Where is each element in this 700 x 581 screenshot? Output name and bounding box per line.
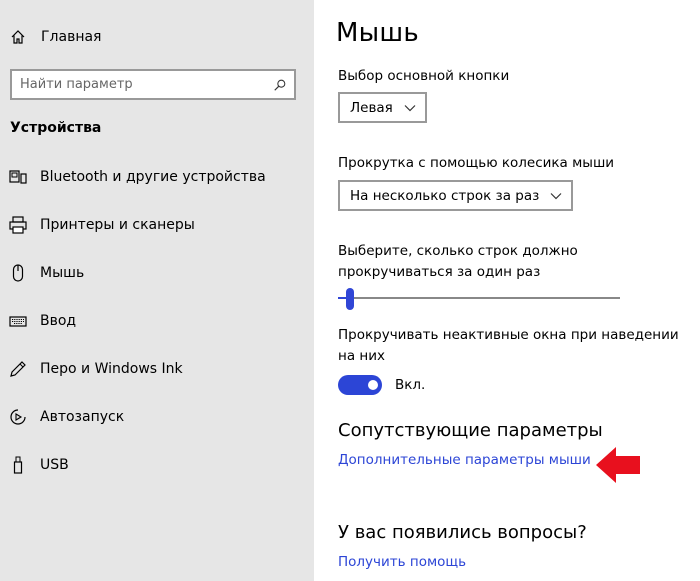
slider-track — [338, 297, 620, 299]
sidebar-item-label: USB — [40, 457, 69, 473]
get-help-link[interactable]: Получить помощь — [338, 554, 466, 570]
pen-icon — [8, 359, 28, 379]
toggle-knob — [368, 380, 378, 390]
sidebar-item-label: Мышь — [40, 265, 85, 281]
home-icon — [11, 30, 25, 44]
search-icon[interactable] — [270, 75, 290, 95]
slider-thumb[interactable] — [346, 288, 354, 310]
sidebar-item-bluetooth[interactable]: Bluetooth и другие устройства — [0, 157, 314, 197]
sidebar-item-label: Ввод — [40, 313, 77, 329]
page-title: Мышь — [336, 18, 419, 48]
annotation-arrow-icon — [596, 447, 640, 483]
lines-slider[interactable] — [338, 286, 620, 310]
additional-mouse-settings-link[interactable]: Дополнительные параметры мыши — [338, 452, 591, 468]
sidebar: Главная Устройства Bluetooth и другие ус… — [0, 0, 314, 581]
inactive-scroll-toggle[interactable] — [338, 375, 382, 395]
inactive-scroll-label: Прокручивать неактивные окна при наведен… — [338, 327, 679, 364]
mouse-icon — [8, 263, 28, 283]
related-settings-title: Сопутствующие параметры — [338, 420, 603, 441]
home-label: Главная — [41, 29, 102, 45]
wheel-scroll-value: На несколько строк за раз — [350, 187, 540, 204]
sidebar-item-label: Bluetooth и другие устройства — [40, 169, 266, 185]
bluetooth-devices-icon — [8, 167, 28, 187]
toggle-state-label: Вкл. — [395, 377, 426, 393]
main-panel: Мышь Выбор основной кнопки Левая Прокрут… — [314, 0, 700, 581]
search-input[interactable] — [12, 77, 270, 92]
sidebar-item-label: Автозапуск — [40, 409, 125, 425]
sidebar-item-label: Принтеры и сканеры — [40, 217, 195, 233]
sidebar-item-pen[interactable]: Перо и Windows Ink — [0, 349, 314, 389]
keyboard-icon — [8, 311, 28, 331]
lines-slider-label: Выберите, сколько строк должно прокручив… — [338, 243, 578, 280]
sidebar-item-printers[interactable]: Принтеры и сканеры — [0, 205, 314, 245]
primary-button-dropdown[interactable]: Левая — [338, 92, 427, 123]
sidebar-item-mouse[interactable]: Мышь — [0, 253, 314, 293]
wheel-scroll-dropdown[interactable]: На несколько строк за раз — [338, 180, 574, 211]
chevron-down-icon — [549, 189, 563, 203]
wheel-scroll-label: Прокрутка с помощью колесика мыши — [338, 155, 615, 171]
autoplay-icon — [8, 407, 28, 427]
search-box[interactable] — [10, 69, 296, 100]
sidebar-item-label: Перо и Windows Ink — [40, 361, 183, 377]
sidebar-home[interactable]: Главная — [10, 26, 101, 48]
questions-title: У вас появились вопросы? — [338, 522, 587, 543]
sidebar-item-usb[interactable]: USB — [0, 445, 314, 485]
sidebar-item-input[interactable]: Ввод — [0, 301, 314, 341]
usb-icon — [8, 455, 28, 475]
primary-button-label: Выбор основной кнопки — [338, 68, 510, 84]
chevron-down-icon — [403, 101, 417, 115]
section-title-devices: Устройства — [10, 120, 102, 136]
sidebar-item-autoplay[interactable]: Автозапуск — [0, 397, 314, 437]
primary-button-value: Левая — [350, 99, 393, 116]
printer-icon — [8, 215, 28, 235]
